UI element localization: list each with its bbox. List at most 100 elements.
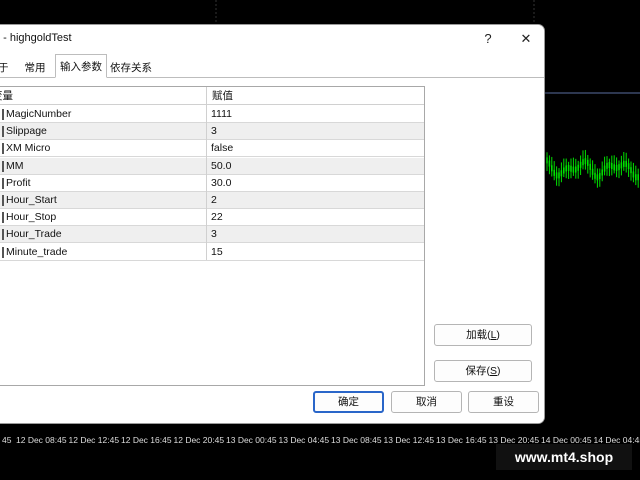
candle-body (611, 162, 613, 169)
candle-body (623, 160, 625, 167)
param-value[interactable]: false (211, 140, 233, 157)
table-row[interactable]: Hour_Start 2 (0, 192, 424, 209)
parameter-icon (2, 160, 4, 172)
table-row[interactable]: MagicNumber 1111 (0, 106, 424, 123)
candle-body (608, 162, 611, 169)
candle-body (603, 165, 606, 172)
load-button[interactable]: 加载(L) (434, 324, 532, 346)
candle-body (584, 158, 587, 165)
time-label: 13 Dec 12:45 (383, 435, 435, 445)
save-label-tail: ) (497, 365, 501, 377)
param-value[interactable]: 50.0 (211, 158, 231, 175)
param-name[interactable]: Slippage (6, 123, 47, 140)
candle-body (551, 165, 553, 172)
tab-bar: 于 常用 输入参数 依存关系 (0, 53, 544, 78)
candle-body (625, 160, 627, 167)
candle-body (579, 161, 582, 168)
candle-body (589, 163, 591, 170)
candle-body (632, 171, 635, 178)
header-value[interactable]: 赋值 (212, 87, 233, 105)
candle-body (599, 172, 601, 179)
tab-inputs[interactable]: 输入参数 (55, 54, 107, 78)
time-label: 13 Dec 16:45 (436, 435, 487, 445)
time-label: 12 Dec 12:45 (68, 435, 120, 445)
param-name[interactable]: MagicNumber (6, 106, 71, 123)
candle-body (546, 157, 548, 164)
candle-body (615, 164, 618, 171)
candle-body (627, 163, 630, 170)
table-row[interactable]: Slippage 3 (0, 123, 424, 141)
time-label: 12 Dec 08:45 (16, 435, 67, 445)
candle-body (560, 170, 563, 177)
param-value[interactable]: 30.0 (211, 175, 231, 192)
save-button[interactable]: 保存(S) (434, 360, 532, 382)
dialog-body: 于 常用 输入参数 依存关系 变量 赋值 MagicNumber1111Slip… (0, 53, 544, 423)
title-bar[interactable]: t - highgoldTest ? ✕ (0, 25, 544, 53)
param-name[interactable]: Minute_trade (6, 244, 67, 261)
candle-body (570, 165, 572, 172)
candle-body (555, 172, 558, 179)
candle-body (594, 172, 596, 179)
candle-body (548, 160, 551, 167)
parameter-icon (2, 195, 4, 206)
screen: 45 12 Dec 08:45 12 Dec 12:45 12 Dec 16:45 1… (0, 0, 640, 480)
ok-button[interactable]: 确定 (313, 391, 384, 413)
reset-button[interactable]: 重设 (468, 391, 539, 413)
parameter-icon (2, 177, 4, 189)
param-value[interactable]: 2 (211, 192, 217, 209)
time-label: 13 Dec 00:45 (226, 435, 277, 445)
candle-body (567, 164, 570, 171)
save-label: 保存( (465, 365, 490, 377)
param-value[interactable]: 3 (211, 226, 217, 243)
candle-body (596, 174, 599, 181)
parameter-icon (2, 212, 4, 224)
tab-dependencies[interactable]: 依存关系 (107, 57, 155, 78)
param-value[interactable]: 22 (211, 209, 223, 226)
close-button[interactable]: ✕ (511, 27, 541, 51)
param-name[interactable]: Hour_Start (6, 192, 57, 209)
candle-body (601, 169, 603, 176)
param-value[interactable]: 15 (211, 244, 223, 261)
table-row[interactable]: Minute_trade 15 (0, 244, 424, 261)
candle-body (582, 159, 584, 166)
watermark: www.mt4.shop (496, 444, 632, 470)
tab-testing[interactable]: 于 (0, 57, 9, 78)
tab-common[interactable]: 常用 (15, 57, 55, 78)
param-name[interactable]: XM Micro (6, 140, 50, 157)
help-button[interactable]: ? (473, 27, 503, 51)
table-row[interactable]: Hour_Trade 3 (0, 226, 424, 244)
candle-body (606, 162, 608, 169)
save-hotkey: S (489, 365, 497, 377)
header-variable[interactable]: 变量 (0, 87, 13, 105)
load-label: 加载( (466, 329, 491, 341)
table-row[interactable]: XM Micro false (0, 140, 424, 158)
param-name[interactable]: Hour_Stop (6, 209, 56, 226)
grid-header: 变量 赋值 (0, 87, 424, 105)
candle-body (630, 167, 632, 174)
param-value[interactable]: 3 (211, 123, 217, 140)
candle-body (572, 166, 575, 173)
table-row[interactable]: Profit 30.0 (0, 175, 424, 192)
time-label: 13 Dec 08:45 (331, 435, 382, 445)
parameter-icon (2, 246, 4, 258)
param-name[interactable]: Hour_Trade (6, 226, 62, 243)
candle-body (575, 166, 577, 173)
table-row[interactable]: Hour_Stop 22 (0, 209, 424, 227)
parameter-icon (2, 229, 4, 241)
cancel-button[interactable]: 取消 (391, 391, 462, 413)
param-name[interactable]: MM (6, 158, 24, 175)
time-label: 12 Dec 16:45 (121, 435, 172, 445)
table-row[interactable]: MM 50.0 (0, 157, 424, 175)
parameters-grid: 变量 赋值 MagicNumber 1111 Slippage 3 XM Micro fa… (0, 86, 425, 386)
time-label: 13 Dec 04:45 (278, 435, 330, 445)
candle-body (635, 174, 637, 181)
candle-body (613, 164, 615, 171)
candle-body (591, 168, 594, 175)
param-value[interactable]: 1111 (211, 106, 232, 123)
time-label: 12 Dec 20:45 (173, 435, 225, 445)
candle-body (620, 162, 623, 169)
param-name[interactable]: Profit (6, 175, 31, 192)
candle-body (587, 159, 589, 166)
load-label-tail: ) (496, 329, 500, 341)
candle-body (553, 169, 555, 176)
